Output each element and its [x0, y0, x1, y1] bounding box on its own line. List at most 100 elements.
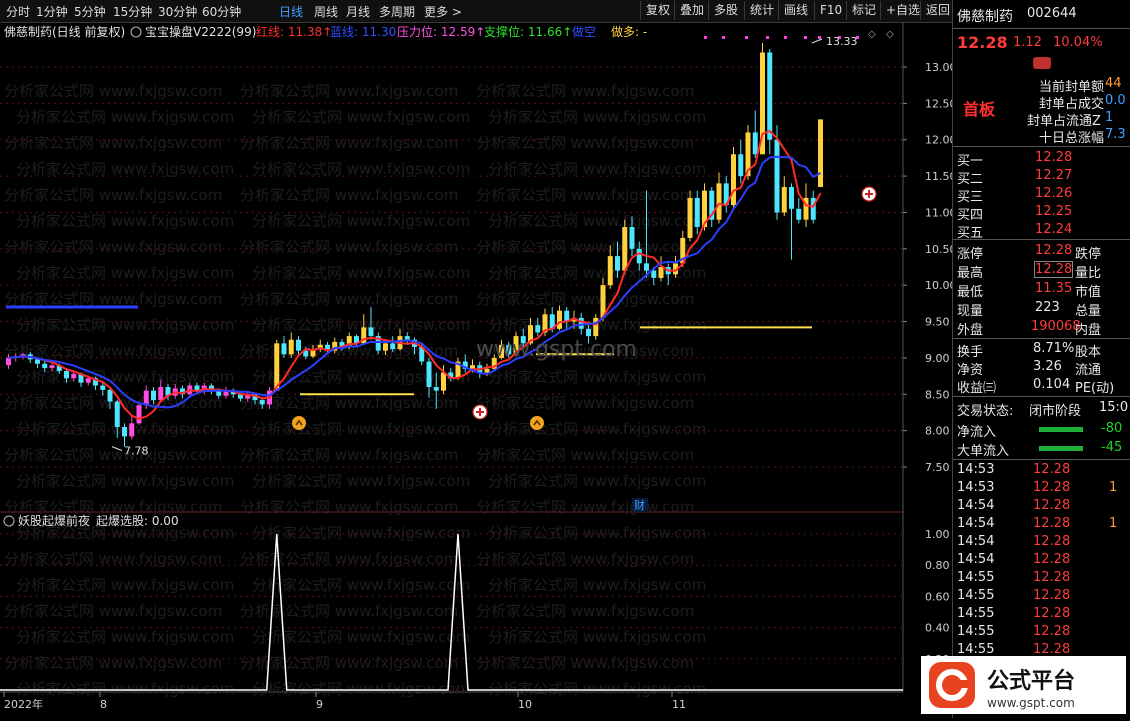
candle-body	[615, 256, 620, 271]
x-axis-label: 11	[672, 698, 686, 711]
watermark-text: 分析家公式网 www.fxjgsw.com	[4, 134, 222, 152]
toolbar-button-7[interactable]: +自选	[880, 1, 925, 20]
candle-body	[296, 339, 301, 351]
kline-chart[interactable]: 13.00 12.50 12.00 11.50 11.00 10.50 10.00 9.50 9…	[0, 22, 957, 718]
trade-status-value: 闭市阶段	[1029, 404, 1082, 419]
tick-time: 14:53	[957, 480, 995, 495]
watermark-text: 分析家公式网 www.fxjgsw.com	[16, 108, 234, 126]
bid-price: 12.28	[1035, 150, 1073, 165]
tick-row: 14:55 12.28	[953, 570, 1130, 588]
stock-code: 002644	[1027, 6, 1077, 21]
candle-body	[122, 427, 127, 437]
toolbar-button-8[interactable]: 返回	[920, 1, 955, 20]
stat-label-2: 跌停	[1075, 247, 1102, 262]
toolbar-button-5[interactable]: F10	[814, 1, 847, 20]
period-tab-3[interactable]: 15分钟	[113, 3, 152, 20]
tick-price: 12.28	[1033, 534, 1071, 549]
toolbar-button-6[interactable]: 标记	[846, 1, 881, 20]
watermark-text: 分析家公式网 www.fxjgsw.com	[240, 82, 458, 100]
bid-label: 买一	[957, 154, 984, 169]
low-label: 7.78	[124, 445, 149, 458]
watermark-text: 分析家公式网 www.fxjgsw.com	[240, 394, 458, 412]
tick-row: 14:53 12.28 1	[953, 480, 1130, 498]
seal-value: 44	[1105, 76, 1122, 91]
logo-url: www.gspt.com	[987, 696, 1075, 710]
candle-body	[535, 325, 541, 333]
y-tick-label: 7.50	[925, 461, 950, 474]
chart-area[interactable]: 13.00 12.50 12.00 11.50 11.00 10.50 10.00 9.50 9…	[0, 22, 957, 718]
seal-value: 7.3	[1105, 127, 1126, 142]
stat2-row: 净资 3.26 流通	[953, 359, 1130, 378]
seal-value: 1	[1105, 110, 1114, 125]
collapse-toggle[interactable]	[1033, 57, 1051, 69]
candle-body	[71, 373, 77, 379]
toolbar-button-0[interactable]: 复权	[640, 1, 675, 20]
toolbar-button-1[interactable]: 叠加	[674, 1, 709, 20]
tick-time: 14:54	[957, 516, 995, 531]
bid-label: 买三	[957, 190, 984, 205]
diamond-icon-2: ◇	[886, 29, 894, 40]
period-tab-1[interactable]: 1分钟	[36, 3, 68, 20]
indicator-menu-icon	[130, 26, 142, 38]
watermark-text: 分析家公式网 www.fxjgsw.com	[488, 160, 706, 178]
candle-body	[752, 132, 758, 155]
signal-dot	[784, 36, 787, 39]
finance-marker-label: 财	[634, 498, 645, 512]
tick-row: 14:54 12.28 1	[953, 516, 1130, 534]
watermark-text: 分析家公式网 www.fxjgsw.com	[252, 420, 470, 438]
toolbar-button-3[interactable]: 统计	[744, 1, 779, 20]
chart-stock-title: 佛慈制药(日线 前复权)	[4, 24, 125, 39]
watermark-text: 分析家公式网 www.fxjgsw.com	[4, 238, 222, 256]
period-tab-2[interactable]: 5分钟	[74, 3, 106, 20]
period-tab-8[interactable]: 月线	[346, 3, 370, 20]
watermark-text: 分析家公式网 www.fxjgsw.com	[488, 628, 706, 646]
candle-body	[42, 363, 48, 369]
watermark-text: 分析家公式网 www.fxjgsw.com	[476, 290, 694, 308]
sub-y-tick-label: 0.40	[925, 622, 950, 635]
toolbar-button-2[interactable]: 多股	[708, 1, 743, 20]
watermark-text: 分析家公式网 www.fxjgsw.com	[240, 238, 458, 256]
stat-row: 外盘 190068 内盘	[953, 319, 1130, 338]
y-tick-label: 8.00	[925, 425, 950, 438]
period-tab-0[interactable]: 分时	[6, 3, 30, 20]
stat-label: 外盘	[957, 323, 984, 338]
red-line-value: 红线: 11.38↑	[256, 24, 332, 39]
signal-dot	[766, 36, 769, 39]
neutral-label: 做空	[572, 24, 596, 39]
period-tab-10[interactable]: 更多 >	[424, 3, 462, 20]
stat-value: 12.28	[1035, 243, 1073, 258]
tick-time: 14:55	[957, 588, 995, 603]
seal-row: 十日总涨幅 7.3	[953, 127, 1130, 146]
period-tab-4[interactable]: 30分钟	[158, 3, 197, 20]
tick-time: 14:55	[957, 570, 995, 585]
candle-body	[64, 371, 69, 379]
signal-dot	[722, 36, 725, 39]
period-tab-5[interactable]: 60分钟	[202, 3, 241, 20]
candle-body	[789, 187, 794, 209]
candle-body	[49, 365, 55, 369]
stat2-value: 0.104	[1033, 377, 1071, 392]
flow-row: 大单流入 -45	[953, 440, 1130, 459]
candle-body	[100, 385, 106, 390]
period-tab-9[interactable]: 多周期	[379, 3, 415, 20]
stat2-label-2: 股本	[1075, 345, 1102, 360]
tick-time: 14:55	[957, 606, 995, 621]
sub-y-tick-label: 0.60	[925, 590, 950, 603]
watermark-text: 分析家公式网 www.fxjgsw.com	[16, 316, 234, 334]
candle-body	[629, 227, 635, 249]
tick-time: 14:54	[957, 552, 995, 567]
period-tab-6[interactable]: 日线	[279, 3, 303, 20]
candle-body	[136, 405, 142, 424]
tick-price: 12.28	[1033, 516, 1071, 531]
tick-price: 12.28	[1033, 462, 1071, 477]
x-axis-label: 8	[100, 698, 107, 711]
candle-body	[129, 423, 135, 437]
toolbar-button-4[interactable]: 画线	[778, 1, 813, 20]
period-tab-7[interactable]: 周线	[314, 3, 338, 20]
watermark-text: 分析家公式网 www.fxjgsw.com	[488, 368, 706, 386]
watermark-text: 分析家公式网 www.fxjgsw.com	[252, 108, 470, 126]
candle-body	[810, 197, 816, 220]
candle-body	[404, 336, 410, 340]
tick-row: 14:54 12.28	[953, 498, 1130, 516]
watermark-text: 分析家公式网 www.fxjgsw.com	[252, 160, 470, 178]
